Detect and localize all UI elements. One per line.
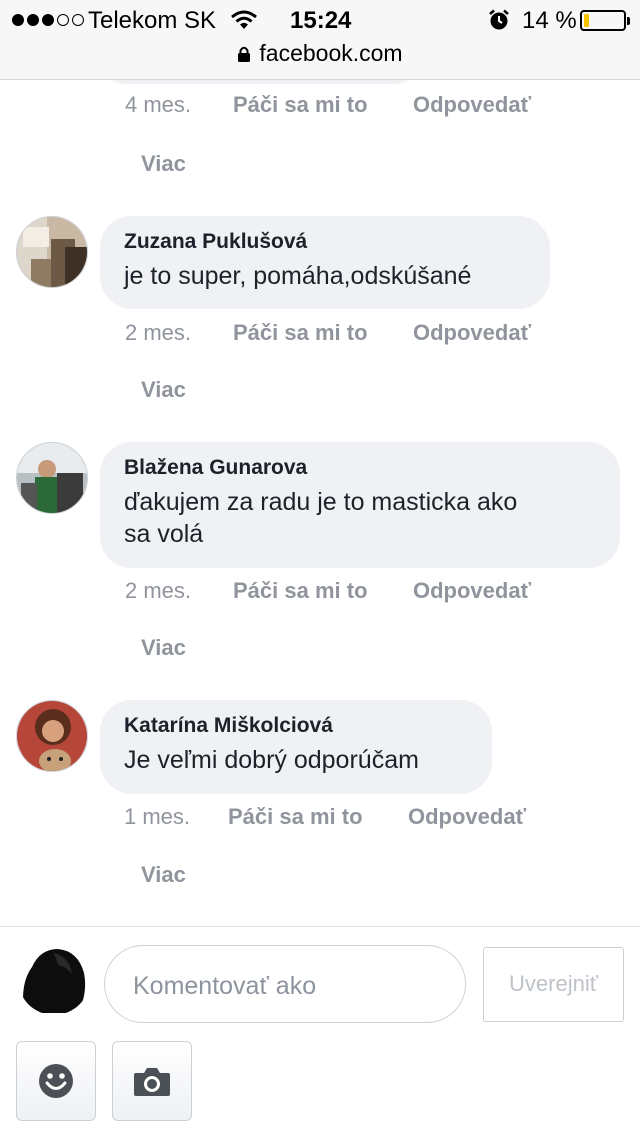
reply-link[interactable]: Odpovedať: [408, 804, 526, 830]
url-text: facebook.com: [259, 40, 403, 66]
avatar-photo: [17, 217, 87, 287]
wifi-icon: [231, 10, 257, 29]
clock: 15:24: [290, 7, 352, 34]
comment-author[interactable]: Katarína Miškolciová: [124, 714, 468, 738]
post-button[interactable]: Uverejniť: [483, 947, 624, 1022]
comment-actions: 2 mes. Páči sa mi to Odpovedať: [125, 578, 531, 604]
carrier-name: Telekom SK: [88, 7, 217, 34]
more-link[interactable]: Viac: [141, 377, 186, 403]
reply-link[interactable]: Odpovedať: [413, 92, 531, 118]
avatar-photo: [18, 943, 90, 1015]
comment-text-line: sa volá: [124, 520, 204, 548]
like-link[interactable]: Páči sa mi to: [233, 320, 413, 346]
more-link[interactable]: Viac: [141, 151, 186, 177]
comment-text: je to super, pomáha,odskúšané: [124, 262, 472, 290]
more-link[interactable]: Viac: [141, 635, 186, 661]
reply-link[interactable]: Odpovedať: [413, 320, 531, 346]
camera-button[interactable]: [112, 1041, 192, 1121]
comment-bubble: Katarína Miškolciová Je veľmi dobrý odpo…: [100, 700, 492, 794]
lock-icon: [238, 46, 251, 62]
avatar-katarina[interactable]: [16, 700, 88, 772]
like-link[interactable]: Páči sa mi to: [233, 578, 413, 604]
camera-icon: [134, 1068, 170, 1096]
emoji-button[interactable]: [16, 1041, 96, 1121]
reply-link[interactable]: Odpovedať: [413, 578, 531, 604]
comment-text-line: ďakujem za radu je to masticka ako: [124, 488, 518, 516]
smiley-icon: [39, 1064, 73, 1098]
comment-time[interactable]: 1 mes.: [124, 804, 228, 830]
like-link[interactable]: Páči sa mi to: [233, 92, 413, 118]
current-user-avatar: [18, 943, 90, 1015]
more-link[interactable]: Viac: [141, 862, 186, 888]
comment-actions: 2 mes. Páči sa mi to Odpovedať: [125, 320, 531, 346]
alarm-clock-icon: [489, 9, 509, 30]
comment-bubble: Zuzana Puklušová je to super, pomáha,ods…: [100, 216, 550, 309]
browser-top-bar: Telekom SK 15:24 14 % facebook.com: [0, 0, 640, 80]
comment-author[interactable]: Zuzana Puklušová: [124, 230, 526, 254]
like-link[interactable]: Páči sa mi to: [228, 804, 408, 830]
battery-percentage: 14 %: [522, 7, 577, 34]
signal-strength-icon: [12, 14, 84, 26]
comment-text: Je veľmi dobrý odporúčam: [124, 746, 419, 774]
avatar-photo: [17, 443, 87, 513]
comment-actions: 1 mes. Páči sa mi to Odpovedať: [124, 804, 526, 830]
avatar-photo: [17, 701, 87, 771]
comment-actions: 4 mes. Páči sa mi to Odpovedať: [125, 92, 531, 118]
comment-time[interactable]: 2 mes.: [125, 578, 233, 604]
comment-time[interactable]: 4 mes.: [125, 92, 233, 118]
battery-level: [584, 14, 589, 27]
comment-author[interactable]: Blažena Gunarova: [124, 456, 596, 480]
comment-time[interactable]: 2 mes.: [125, 320, 233, 346]
address-bar[interactable]: facebook.com: [0, 40, 640, 70]
comment-text: ďakujem za radu je to masticka ako sa vo…: [124, 486, 596, 550]
battery-icon: [580, 10, 630, 31]
status-bar: Telekom SK 15:24 14 %: [0, 0, 640, 40]
comment-input[interactable]: Komentovať ako: [104, 945, 466, 1023]
avatar-zuzana[interactable]: [16, 216, 88, 288]
avatar-blazena[interactable]: [16, 442, 88, 514]
comment-composer: Komentovať ako Uverejniť: [0, 926, 640, 1136]
comment-bubble: Blažena Gunarova ďakujem za radu je to m…: [100, 442, 620, 568]
